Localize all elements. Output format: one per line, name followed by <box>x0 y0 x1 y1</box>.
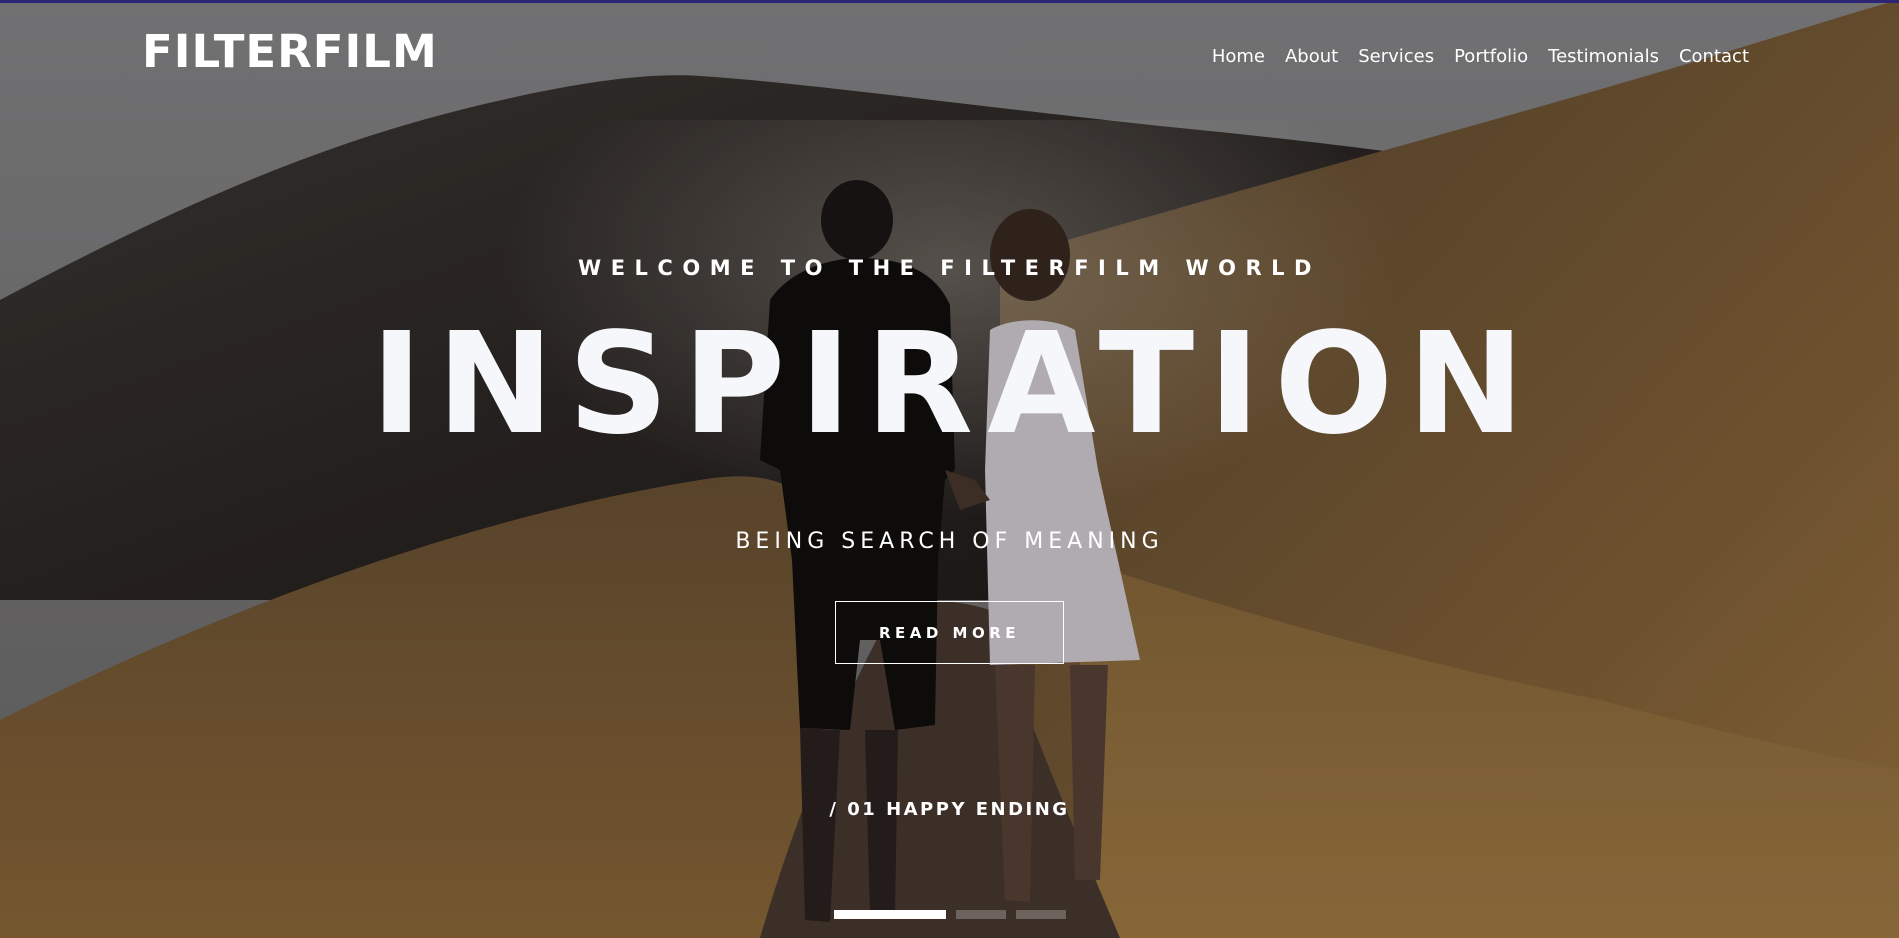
hero-headline: INSPIRATION <box>370 303 1539 466</box>
nav-testimonials[interactable]: Testimonials <box>1548 46 1659 68</box>
nav-contact[interactable]: Contact <box>1679 46 1749 68</box>
hero-eyebrow: WELCOME TO THE FILTERFILM WORLD <box>578 256 1321 280</box>
hero-dark-overlay <box>0 0 1899 938</box>
slide-dot-1[interactable] <box>834 910 946 919</box>
nav-portfolio[interactable]: Portfolio <box>1454 46 1528 68</box>
read-more-button[interactable]: READ MORE <box>835 601 1064 664</box>
nav-home[interactable]: Home <box>1212 46 1265 68</box>
slide-dot-3[interactable] <box>1016 910 1066 919</box>
nav-services[interactable]: Services <box>1358 46 1434 68</box>
hero-slider: FILTERFILM Home About Services Portfolio… <box>0 0 1899 938</box>
hero-subtitle: BEING SEARCH OF MEANING <box>735 529 1164 554</box>
nav-about[interactable]: About <box>1285 46 1338 68</box>
slider-pagination <box>834 910 1066 919</box>
site-header: FILTERFILM Home About Services Portfolio… <box>0 0 1899 110</box>
slide-dot-2[interactable] <box>956 910 1006 919</box>
main-nav: Home About Services Portfolio Testimonia… <box>1212 46 1749 68</box>
site-logo[interactable]: FILTERFILM <box>142 26 438 78</box>
top-accent-bar <box>0 0 1899 3</box>
slide-caption: / 01 HAPPY ENDING <box>829 799 1070 820</box>
